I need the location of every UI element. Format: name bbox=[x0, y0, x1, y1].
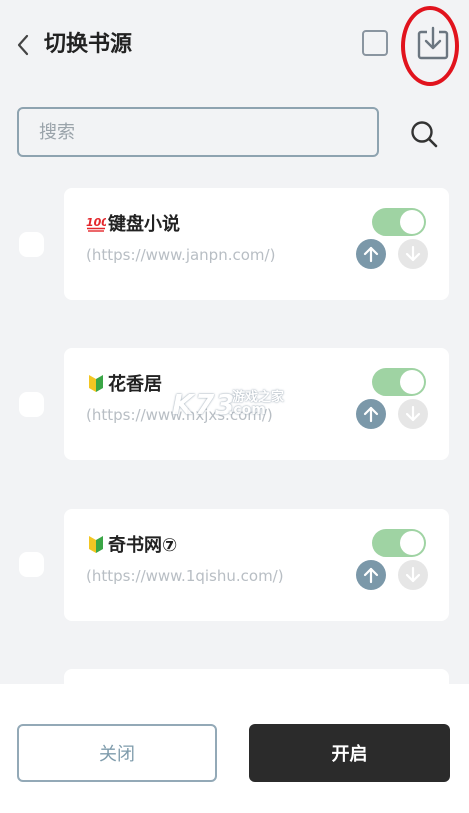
source-enable-toggle[interactable] bbox=[372, 368, 426, 396]
source-name: 奇书网⑦ bbox=[108, 535, 178, 556]
watermark-domain: .com bbox=[228, 402, 266, 418]
svg-text:100: 100 bbox=[86, 216, 106, 229]
enable-button[interactable]: 开启 bbox=[249, 724, 450, 782]
arrow-up-icon bbox=[363, 567, 379, 584]
download-tray-icon bbox=[417, 26, 449, 60]
move-down-button[interactable] bbox=[398, 399, 428, 429]
toggle-knob bbox=[400, 210, 424, 234]
source-card[interactable]: 100 键盘小说 (https://www.janpn.com/) bbox=[64, 188, 449, 300]
move-down-button[interactable] bbox=[398, 560, 428, 590]
source-name: 键盘小说 bbox=[108, 214, 180, 235]
move-up-button[interactable] bbox=[356, 560, 386, 590]
beginner-symbol-icon bbox=[89, 375, 103, 392]
hundred-points-icon: 100 bbox=[86, 216, 106, 232]
beginner-symbol-icon bbox=[89, 536, 103, 553]
search-button[interactable] bbox=[406, 116, 442, 152]
search-input[interactable] bbox=[19, 109, 377, 155]
source-checkbox[interactable] bbox=[19, 552, 44, 577]
k73-watermark: K73 游戏之家 .com bbox=[170, 388, 310, 424]
move-up-button[interactable] bbox=[356, 399, 386, 429]
close-button[interactable]: 关闭 bbox=[17, 724, 217, 782]
arrow-down-icon bbox=[405, 405, 421, 422]
source-enable-toggle[interactable] bbox=[372, 529, 426, 557]
select-all-checkbox[interactable] bbox=[362, 30, 388, 56]
page-title: 切换书源 bbox=[44, 32, 133, 57]
back-button[interactable] bbox=[10, 28, 36, 62]
arrow-up-icon bbox=[363, 246, 379, 263]
source-title: 100 键盘小说 bbox=[86, 210, 180, 236]
source-url: (https://www.1qishu.com/) bbox=[86, 567, 284, 585]
toggle-knob bbox=[400, 531, 424, 555]
source-card[interactable]: 奇书网⑦ (https://www.1qishu.com/) bbox=[64, 509, 449, 621]
source-checkbox[interactable] bbox=[19, 392, 44, 417]
search-icon bbox=[411, 121, 438, 148]
watermark-brand: K73 bbox=[172, 388, 236, 421]
source-title: 奇书网⑦ bbox=[86, 531, 177, 557]
import-button[interactable] bbox=[414, 24, 452, 62]
source-url: (https://www.janpn.com/) bbox=[86, 246, 276, 264]
source-enable-toggle[interactable] bbox=[372, 208, 426, 236]
arrow-down-icon bbox=[405, 245, 421, 262]
source-title: 花香居 bbox=[86, 370, 162, 396]
bottom-action-bar: 关闭 开启 bbox=[0, 684, 469, 813]
arrow-up-icon bbox=[363, 406, 379, 423]
source-name: 花香居 bbox=[108, 374, 162, 395]
toggle-knob bbox=[400, 370, 424, 394]
arrow-down-icon bbox=[405, 566, 421, 583]
move-up-button[interactable] bbox=[356, 239, 386, 269]
chevron-left-icon bbox=[17, 34, 29, 56]
top-bar: 切换书源 bbox=[0, 0, 469, 90]
move-down-button[interactable] bbox=[398, 239, 428, 269]
source-checkbox[interactable] bbox=[19, 232, 44, 257]
search-field[interactable] bbox=[17, 107, 379, 157]
